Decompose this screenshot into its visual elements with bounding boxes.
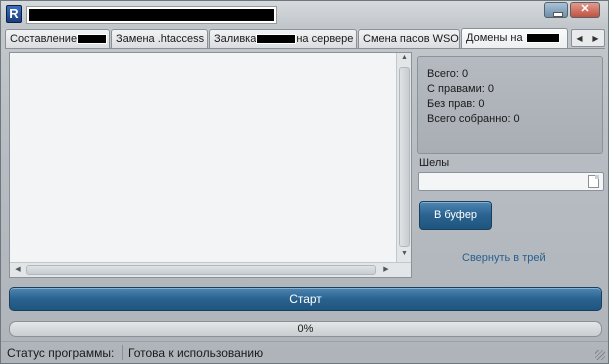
tab-label: Заливка [214,33,257,45]
app-logo: R [6,5,22,23]
stat-total: Всего: 0 [427,68,469,80]
document-icon[interactable] [588,175,599,188]
horizontal-scroll-thumb[interactable] [26,265,376,275]
stat-no-rights: Без прав: 0 [427,98,485,110]
stats-panel: Всего: 0 С правами: 0 Без прав: 0 Всего … [417,56,603,154]
tab-label: Домены на [466,32,523,44]
tab-label-suffix: на сервере [296,33,354,45]
status-bar: Статус программы: Готова к использованию [1,341,608,363]
start-button[interactable]: Старт [9,287,602,311]
tab-scroll-left-icon[interactable]: ◀ [572,32,587,45]
domains-textarea[interactable]: ▲ ▼ ◀ ▶ [9,52,412,278]
tab-scroll-right-icon[interactable]: ▶ [588,32,603,45]
vertical-scroll-thumb[interactable] [399,67,410,247]
stat-collected: Всего собранно: 0 [427,113,520,125]
window-title-redacted [26,6,277,24]
tab-htaccess[interactable]: Замена .htaccess [111,29,208,49]
minimize-to-tray-link[interactable]: Свернуть в трей [462,252,546,264]
scroll-down-icon[interactable]: ▼ [399,250,410,260]
shells-label: Шелы [419,157,450,169]
status-label: Статус программы: [7,346,115,360]
status-divider [122,345,123,360]
copy-to-buffer-button[interactable]: В буфер [419,201,492,230]
close-button[interactable] [570,2,600,18]
status-value: Готова к использованию [128,346,264,360]
tab-label: Составление [10,33,78,45]
redacted-text [525,33,560,44]
tab-compose[interactable]: Составление [5,29,110,49]
minimize-button[interactable] [544,2,568,18]
progress-text: 0% [297,323,314,335]
tab-scroll-buttons: ◀ ▶ [571,29,605,47]
title-bar: R [1,1,608,28]
tab-wso-passwords[interactable]: Смена пасов WSO [358,29,460,49]
stat-with-rights: С правами: 0 [427,83,494,95]
redacted-text [77,34,108,45]
horizontal-scrollbar[interactable]: ◀ ▶ [10,262,411,277]
tab-domains[interactable]: Домены на [461,28,568,49]
scroll-left-icon[interactable]: ◀ [12,265,24,275]
main-window: R Составление Замена .htaccess Заливка на… [0,0,609,364]
tab-strip: Составление Замена .htaccess Заливка на с… [5,28,605,49]
scroll-right-icon[interactable]: ▶ [380,265,392,275]
progress-bar: 0% [9,321,602,337]
resize-grip-icon[interactable] [595,350,605,360]
tab-label: Смена пасов WSO [363,33,459,45]
redacted-text [256,34,297,45]
tab-label: Замена .htaccess [116,33,205,45]
shells-field[interactable] [418,172,604,191]
vertical-scrollbar[interactable]: ▲ ▼ [396,53,411,262]
scroll-up-icon[interactable]: ▲ [399,54,410,64]
tab-upload[interactable]: Заливка на сервере [209,29,357,49]
